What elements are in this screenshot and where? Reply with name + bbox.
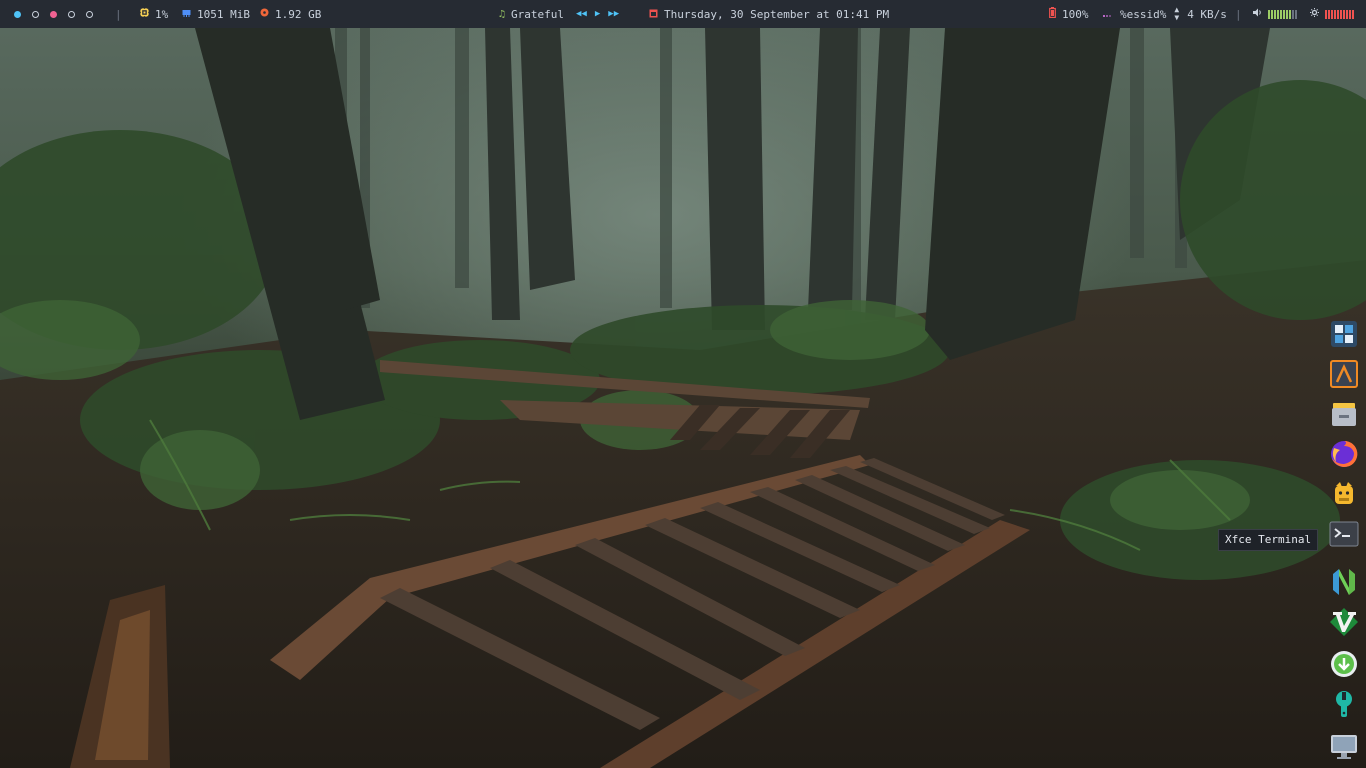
firefox-icon bbox=[1331, 440, 1358, 467]
workspace-indicators bbox=[14, 0, 93, 28]
dock-file-manager[interactable] bbox=[1328, 398, 1360, 430]
dock-display[interactable] bbox=[1328, 730, 1360, 762]
datetime-widget[interactable]: Thursday, 30 September at 01:41 PM bbox=[649, 0, 889, 28]
brightness-icon bbox=[1310, 8, 1319, 20]
calendar-icon bbox=[649, 8, 658, 21]
top-status-bar: | 1% 1051 MiB 1.92 GB ♫ Grateful ◀◀ ▶ ▶▶… bbox=[0, 0, 1366, 28]
battery-widget: 100% bbox=[1049, 0, 1089, 28]
dock-vim[interactable] bbox=[1328, 606, 1360, 638]
music-title[interactable]: Grateful bbox=[511, 8, 564, 21]
previous-track-icon[interactable]: ◀◀ bbox=[576, 9, 587, 19]
dock-workspace-switcher[interactable] bbox=[1328, 318, 1360, 350]
datetime-value: Thursday, 30 September at 01:41 PM bbox=[664, 7, 890, 21]
volume-icon bbox=[1253, 8, 1262, 20]
memory-icon bbox=[182, 8, 191, 20]
disk-widget: 1.92 GB bbox=[260, 0, 321, 28]
workspace-1-dot[interactable] bbox=[14, 10, 21, 18]
terminal-icon bbox=[1329, 521, 1359, 547]
dock-neovim[interactable] bbox=[1328, 566, 1360, 598]
volume-level-bar[interactable] bbox=[1268, 9, 1297, 19]
brightness-level-bar[interactable] bbox=[1325, 9, 1354, 19]
workspace-3-dot[interactable] bbox=[50, 10, 57, 18]
play-icon[interactable]: ▶ bbox=[595, 9, 600, 19]
cpu-value: 1% bbox=[155, 7, 169, 21]
battery-value: 100% bbox=[1062, 7, 1089, 21]
wifi-icon bbox=[1103, 8, 1114, 20]
music-note-icon: ♫ bbox=[499, 8, 506, 20]
neovim-icon bbox=[1333, 569, 1355, 595]
battery-icon bbox=[1049, 7, 1056, 21]
volume-widget[interactable] bbox=[1253, 0, 1297, 28]
drawer-icon bbox=[1332, 403, 1356, 426]
download-icon bbox=[1331, 651, 1357, 677]
network-speed: 4 KB/s bbox=[1187, 7, 1227, 21]
desktop-wallpaper bbox=[0, 0, 1366, 768]
memory-widget: 1051 MiB bbox=[182, 0, 250, 28]
application-dock bbox=[1324, 316, 1364, 768]
lambda-icon bbox=[1330, 360, 1358, 388]
dock-settings[interactable] bbox=[1328, 688, 1360, 720]
cpu-icon bbox=[140, 8, 149, 20]
disk-icon bbox=[260, 8, 269, 20]
dock-tooltip: Xfce Terminal bbox=[1218, 529, 1319, 551]
dock-downloader[interactable] bbox=[1328, 648, 1360, 680]
up-down-arrows-icon: ▲ ▼ bbox=[1174, 5, 1180, 22]
workspace-2-dot[interactable] bbox=[32, 10, 39, 18]
dock-kitty[interactable] bbox=[1328, 478, 1360, 510]
memory-value: 1051 MiB bbox=[197, 7, 250, 21]
network-essid: %essid% bbox=[1120, 7, 1167, 21]
cat-icon bbox=[1335, 482, 1353, 504]
network-widget[interactable]: %essid% ▲ ▼ 4 KB/s bbox=[1103, 0, 1227, 28]
music-widget[interactable]: ♫ Grateful ◀◀ ▶ ▶▶ bbox=[499, 0, 619, 28]
workspace-grid-icon bbox=[1331, 321, 1357, 347]
workspace-4-dot[interactable] bbox=[68, 10, 75, 18]
brightness-widget[interactable] bbox=[1310, 0, 1354, 28]
bar-separator: | bbox=[1235, 7, 1242, 21]
next-track-icon[interactable]: ▶▶ bbox=[608, 9, 619, 19]
workspace-5-dot[interactable] bbox=[86, 10, 93, 18]
monitor-icon bbox=[1331, 735, 1357, 759]
cpu-widget: 1% bbox=[140, 0, 168, 28]
dock-firefox[interactable] bbox=[1328, 438, 1360, 470]
bar-separator: | bbox=[115, 7, 122, 21]
vim-icon bbox=[1330, 608, 1358, 636]
dock-xfce-terminal[interactable] bbox=[1328, 518, 1360, 550]
dock-text-editor[interactable] bbox=[1328, 358, 1360, 390]
disk-value: 1.92 GB bbox=[275, 7, 322, 21]
wrench-icon bbox=[1336, 691, 1352, 717]
